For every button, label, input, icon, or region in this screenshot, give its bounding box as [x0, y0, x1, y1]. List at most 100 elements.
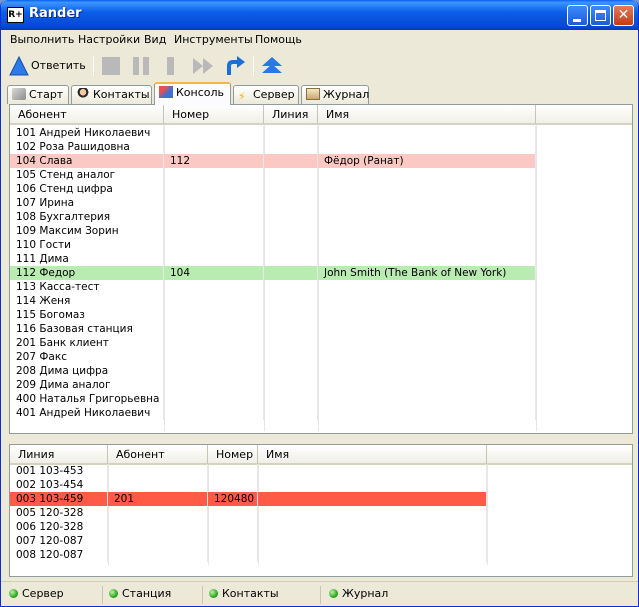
table-row[interactable]: 115 Богомаз [10, 308, 632, 322]
cell-abonent: 201 Банк клиент [10, 336, 164, 350]
cell-number: 120480 [208, 492, 258, 506]
tab-contacts[interactable]: Контакты [71, 85, 152, 104]
cell-name [258, 506, 487, 520]
table-row[interactable]: 002 103-454 [10, 478, 632, 492]
cell-name [318, 252, 536, 266]
cell-name [318, 140, 536, 154]
table-row[interactable]: 104 Слава 112 Фёдор (Ранат) [10, 154, 632, 168]
toolbar-separator [93, 56, 94, 76]
cell-line: 001 103-453 [10, 464, 108, 478]
forward-button[interactable] [191, 54, 217, 78]
cell-abonent: 106 Стенд цифра [10, 182, 164, 196]
cell-number [164, 406, 264, 420]
cell-abonent: 110 Гости [10, 238, 164, 252]
close-button[interactable]: ✕ [613, 5, 634, 26]
table-row[interactable]: 401 Андрей Николаевич [10, 406, 632, 420]
column-header-number[interactable]: Номер [208, 445, 258, 465]
app-window: R+ Rander ✕ Выполнить Настройки Вид Инст… [0, 0, 639, 607]
cell-abonent: 207 Факс [10, 350, 164, 364]
cell-abonent: 208 Дима цифра [10, 364, 164, 378]
column-header-number[interactable]: Номер [164, 105, 264, 125]
cell-line [264, 196, 318, 210]
contacts-icon [76, 88, 90, 100]
table-row[interactable]: 106 Стенд цифра [10, 182, 632, 196]
table-row[interactable]: 109 Максим Зорин [10, 224, 632, 238]
menu-help[interactable]: Помощь [255, 33, 302, 46]
column-header-filler [487, 445, 632, 465]
table-row[interactable]: 116 Базовая станция [10, 322, 632, 336]
column-header-abonent[interactable]: Абонент [10, 105, 164, 125]
table-row[interactable]: 113 Касса-тест [10, 280, 632, 294]
table-row[interactable]: 107 Ирина [10, 196, 632, 210]
column-header-abonent[interactable]: Абонент [108, 445, 208, 465]
answer-button[interactable]: Ответить [7, 54, 87, 78]
table-row[interactable]: 400 Наталья Григорьевна [10, 392, 632, 406]
maximize-button[interactable] [590, 5, 611, 26]
tab-server[interactable]: ⚡ Сервер [233, 85, 299, 104]
column-header-name[interactable]: Имя [258, 445, 487, 465]
cell-name [318, 224, 536, 238]
pause-button[interactable] [130, 54, 152, 78]
table-row[interactable]: 201 Банк клиент [10, 336, 632, 350]
menu-settings[interactable]: Настройки [78, 33, 140, 46]
title-bar[interactable]: R+ Rander ✕ [1, 0, 638, 30]
cell-line [264, 406, 318, 420]
cell-line [264, 238, 318, 252]
cell-name [318, 406, 536, 420]
start-icon [12, 88, 26, 100]
collapse-button[interactable] [260, 54, 284, 78]
table-row[interactable]: 105 Стенд аналог [10, 168, 632, 182]
table-row[interactable]: 112 Федор 104 John Smith (The Bank of New … [10, 266, 632, 280]
cell-number [164, 280, 264, 294]
table-row[interactable]: 111 Дима [10, 252, 632, 266]
menu-run[interactable]: Выполнить [10, 33, 74, 46]
hold-button[interactable] [162, 54, 180, 78]
status-station-label: Станция [122, 587, 172, 600]
table-row[interactable]: 208 Дима цифра [10, 364, 632, 378]
cell-number [164, 322, 264, 336]
table-row[interactable]: 101 Андрей Николаевич [10, 126, 632, 140]
table-row[interactable]: 207 Факс [10, 350, 632, 364]
column-header-line[interactable]: Линия [10, 445, 108, 465]
table-row[interactable]: 003 103-459 201 120480 [10, 492, 632, 506]
cell-number [164, 392, 264, 406]
table-row[interactable]: 006 120-328 [10, 520, 632, 534]
tab-server-label: Сервер [253, 88, 295, 101]
table-row[interactable]: 008 120-087 [10, 548, 632, 562]
cell-name [318, 126, 536, 140]
cell-number [164, 210, 264, 224]
table-row[interactable]: 001 103-453 [10, 464, 632, 478]
cell-line [264, 224, 318, 238]
cell-line [264, 252, 318, 266]
stop-button[interactable] [100, 54, 122, 78]
table-row[interactable]: 102 Роза Рашидовна [10, 140, 632, 154]
cell-number [164, 182, 264, 196]
cell-name [318, 378, 536, 392]
minimize-button[interactable] [567, 5, 588, 26]
table-row[interactable]: 007 120-087 [10, 534, 632, 548]
table-row[interactable]: 114 Женя [10, 294, 632, 308]
tab-console[interactable]: Консоль [154, 82, 231, 105]
cell-name [318, 238, 536, 252]
cell-line [264, 280, 318, 294]
menu-tools[interactable]: Инструменты [174, 33, 253, 46]
table-row[interactable]: 110 Гости [10, 238, 632, 252]
table-row[interactable]: 209 Дима аналог [10, 378, 632, 392]
column-header-line[interactable]: Линия [264, 105, 318, 125]
cell-abonent [108, 548, 208, 562]
column-header-name[interactable]: Имя [318, 105, 536, 125]
cell-abonent [108, 534, 208, 548]
tab-start[interactable]: Старт [7, 85, 69, 104]
cell-name [318, 280, 536, 294]
cell-abonent: 104 Слава [10, 154, 164, 168]
cell-line [264, 294, 318, 308]
cell-line [264, 126, 318, 140]
cell-number [164, 336, 264, 350]
table-row[interactable]: 005 120-328 [10, 506, 632, 520]
tab-journal[interactable]: Журнал [301, 85, 369, 104]
column-header-filler [536, 105, 632, 125]
menu-view[interactable]: Вид [144, 33, 166, 46]
cell-name [318, 308, 536, 322]
table-row[interactable]: 108 Бухгалтерия [10, 210, 632, 224]
transfer-button[interactable] [223, 54, 247, 78]
